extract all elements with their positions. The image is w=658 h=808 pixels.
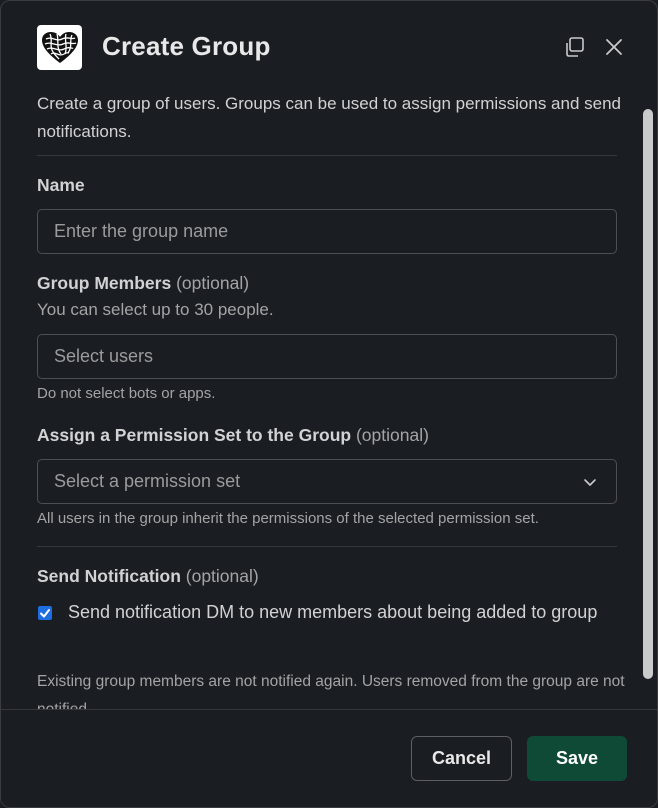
divider	[37, 546, 617, 547]
permission-set-hint: All users in the group inherit the permi…	[37, 510, 539, 527]
group-name-field[interactable]	[37, 209, 617, 254]
notification-checkbox-label[interactable]: Send notification DM to new members abou…	[68, 598, 608, 627]
select-users-field[interactable]: Select users	[37, 334, 617, 379]
intro-text: Create a group of users. Groups can be u…	[37, 94, 622, 141]
send-notification-label: Send Notification (optional)	[37, 566, 259, 586]
notification-note: Existing group members are not notified …	[37, 673, 625, 709]
group-name-input[interactable]	[54, 221, 600, 242]
group-members-hint: Do not select bots or apps.	[37, 385, 216, 402]
divider	[37, 155, 617, 156]
modal-header: Create Group	[1, 1, 657, 91]
permission-set-label: Assign a Permission Set to the Group (op…	[37, 425, 429, 445]
permission-set-placeholder: Select a permission set	[54, 471, 241, 491]
select-users-placeholder: Select users	[54, 346, 154, 366]
modal-footer: Cancel Save	[1, 709, 657, 807]
save-button[interactable]: Save	[527, 736, 627, 781]
modal-title: Create Group	[102, 31, 271, 61]
scrollbar[interactable]	[643, 109, 653, 679]
chevron-down-icon	[584, 479, 596, 486]
checkmark-icon	[40, 609, 50, 618]
permission-set-select[interactable]: Select a permission set	[37, 459, 617, 504]
notification-checkbox[interactable]	[38, 606, 52, 620]
heart-knot-logo-icon	[37, 25, 82, 70]
close-icon[interactable]	[602, 35, 626, 59]
create-group-modal: Create Group Create a group of users. Gr…	[0, 0, 658, 808]
copy-icon[interactable]	[562, 35, 586, 59]
name-label: Name	[37, 175, 85, 195]
group-members-label: Group Members (optional)	[37, 273, 250, 293]
group-members-sublabel: You can select up to 30 people.	[37, 300, 274, 319]
cancel-button[interactable]: Cancel	[411, 736, 512, 781]
modal-body[interactable]: Create a group of users. Groups can be u…	[1, 91, 657, 709]
